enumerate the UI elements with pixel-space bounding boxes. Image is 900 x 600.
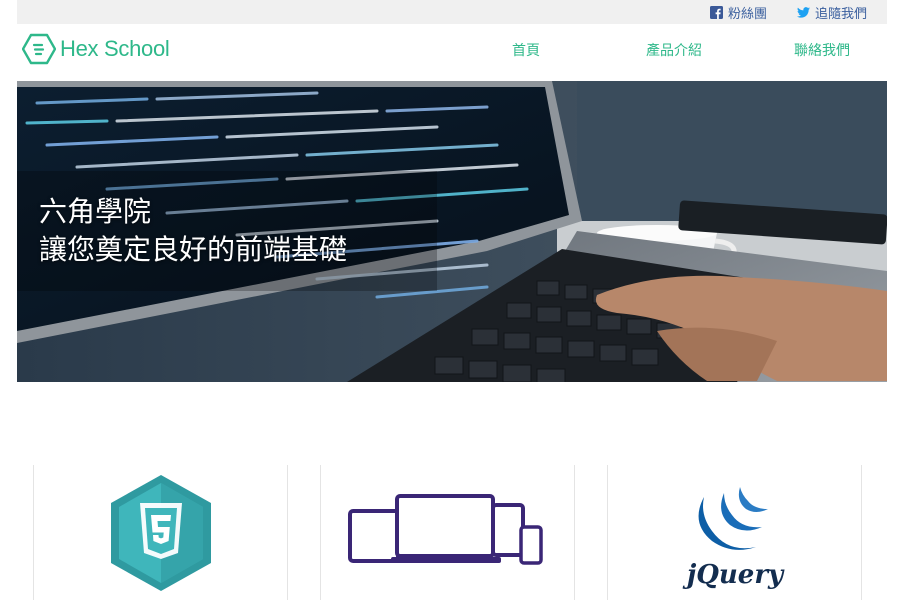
feature-cards: jQuery bbox=[17, 465, 887, 600]
feature-card-html5 bbox=[33, 465, 288, 600]
page: 粉絲團 追隨我們 Hex School 首頁 產品介紹 聯絡我們 六角學院 讓您… bbox=[0, 0, 900, 600]
responsive-devices-icon bbox=[348, 494, 543, 565]
nav-products[interactable]: 產品介紹 bbox=[646, 40, 702, 60]
feature-card-responsive bbox=[320, 465, 575, 600]
facebook-fanpage-link[interactable]: 粉絲團 bbox=[710, 3, 767, 22]
hero-title: 六角學院 bbox=[39, 195, 152, 228]
facebook-link-label: 粉絲團 bbox=[728, 7, 768, 22]
nav-home[interactable]: 首頁 bbox=[512, 40, 540, 60]
site-header: Hex School 首頁 產品介紹 聯絡我們 bbox=[17, 24, 887, 81]
twitter-link-label: 追隨我們 bbox=[815, 7, 868, 22]
nav-contact[interactable]: 聯絡我們 bbox=[794, 40, 850, 60]
twitter-icon bbox=[797, 7, 810, 18]
jquery-wordmark: jQuery bbox=[682, 560, 785, 590]
hero-subtitle: 讓您奠定良好的前端基礎 bbox=[39, 233, 348, 266]
html5-icon bbox=[111, 475, 211, 591]
jquery-logo-icon: jQuery bbox=[682, 487, 785, 590]
hero-headline: 六角學院 讓您奠定良好的前端基礎 bbox=[39, 193, 347, 269]
facebook-icon bbox=[710, 6, 723, 19]
twitter-follow-link[interactable]: 追隨我們 bbox=[797, 3, 867, 22]
hexagon-logo-icon bbox=[22, 33, 56, 65]
hex-school-logo[interactable]: Hex School bbox=[22, 33, 170, 65]
logo-text: Hex School bbox=[60, 36, 170, 61]
hero-banner: 六角學院 讓您奠定良好的前端基礎 bbox=[17, 81, 887, 382]
social-bar: 粉絲團 追隨我們 bbox=[17, 0, 887, 24]
feature-card-jquery: jQuery bbox=[607, 465, 862, 600]
